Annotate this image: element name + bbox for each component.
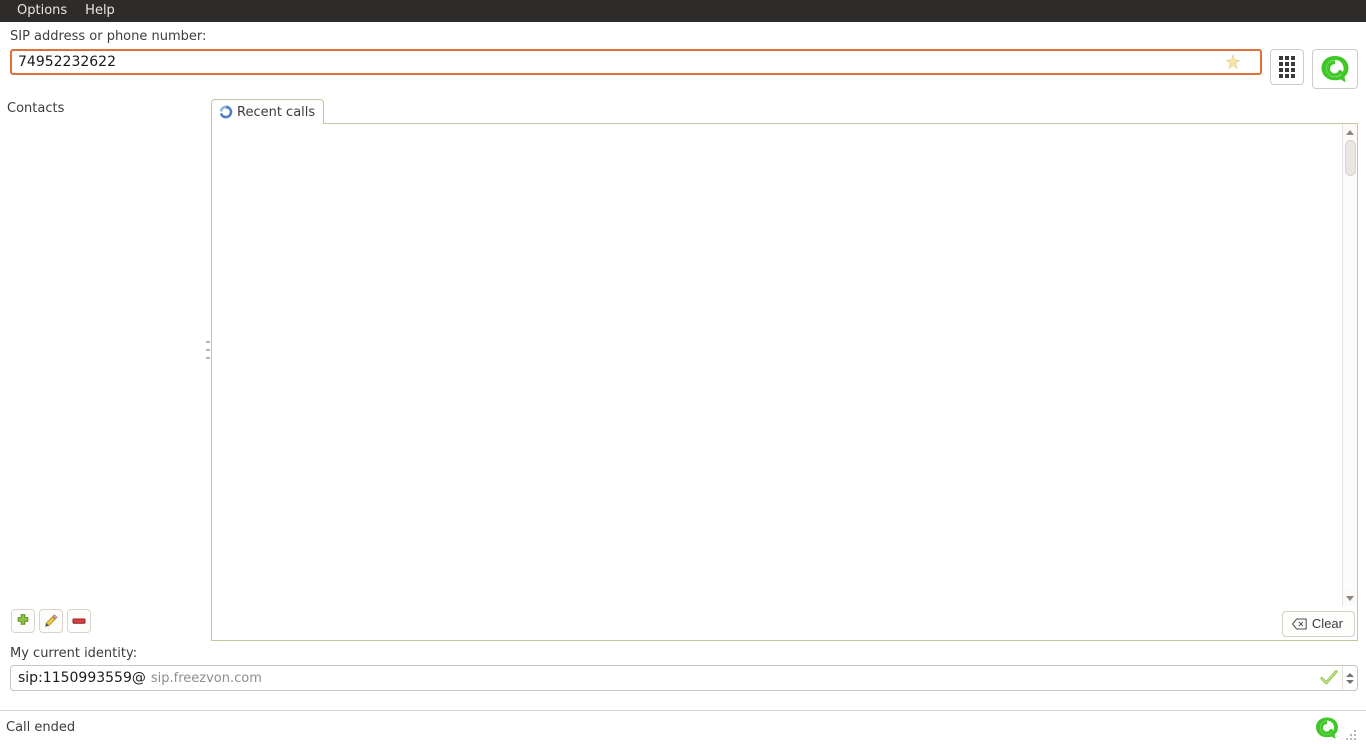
- plus-icon: [17, 614, 29, 625]
- pencil-icon: [45, 614, 58, 627]
- identity-domain: sip.freezvon.com: [150, 670, 262, 686]
- call-icon: [1321, 56, 1349, 83]
- sip-address-input[interactable]: [10, 49, 1262, 75]
- check-icon: [1320, 670, 1338, 685]
- address-row: [10, 49, 1358, 89]
- splitter-grip: [206, 341, 210, 359]
- tab-recent-calls[interactable]: Recent calls: [211, 99, 325, 124]
- dialpad-button[interactable]: [1270, 49, 1304, 85]
- contacts-toolbar: [6, 609, 205, 641]
- menu-help[interactable]: Help: [76, 1, 124, 21]
- clear-label: Clear: [1311, 616, 1343, 631]
- status-message: Call ended: [6, 720, 76, 735]
- spinner-up-icon[interactable]: [1346, 672, 1354, 677]
- chevron-up-icon: [1346, 129, 1354, 135]
- address-section: SIP address or phone number:: [0, 22, 1366, 89]
- dialpad-icon: [1279, 56, 1295, 78]
- scrollbar-track[interactable]: [1343, 140, 1357, 590]
- tabstrip-filler: [323, 123, 1358, 124]
- contacts-title: Contacts: [7, 101, 65, 116]
- menu-bar: Options Help: [0, 0, 1366, 22]
- main-body: Contacts Recent calls Clear: [0, 89, 1366, 641]
- scroll-down-button[interactable]: [1343, 590, 1357, 606]
- tab-label: Recent calls: [237, 104, 316, 120]
- minus-icon: [72, 618, 86, 624]
- resize-grip-icon[interactable]: [1344, 728, 1358, 742]
- recent-calls-inner: [212, 124, 1357, 606]
- edit-contact-button[interactable]: [39, 609, 63, 633]
- app-window: Options Help SIP address or phone number…: [0, 0, 1366, 744]
- recent-calls-footer: Clear: [212, 606, 1357, 640]
- address-input-wrap: [10, 49, 1262, 75]
- add-contact-button[interactable]: [11, 609, 35, 633]
- scrollbar-thumb[interactable]: [1345, 140, 1356, 176]
- recent-calls-list[interactable]: [212, 124, 1342, 606]
- scroll-up-button[interactable]: [1343, 124, 1357, 140]
- remove-contact-button[interactable]: [67, 609, 91, 633]
- chevron-down-icon: [1346, 595, 1354, 601]
- identity-field[interactable]: sip:1150993559@ sip.freezvon.com: [10, 665, 1358, 691]
- recent-calls-panel: Clear: [211, 124, 1358, 641]
- call-status-icon[interactable]: [1314, 715, 1340, 741]
- identity-label: My current identity:: [10, 646, 138, 661]
- tabstrip: Recent calls: [211, 99, 1358, 124]
- identity-section: My current identity: sip:1150993559@ sip…: [0, 641, 1366, 691]
- tabs-pane: Recent calls Clear: [211, 89, 1358, 641]
- contacts-pane: Contacts: [0, 89, 205, 641]
- spinner-down-icon[interactable]: [1346, 679, 1354, 684]
- status-bar: Call ended: [0, 710, 1366, 744]
- identity-spinner[interactable]: [1342, 666, 1357, 690]
- clear-button[interactable]: Clear: [1281, 610, 1355, 637]
- start-call-button[interactable]: [1312, 49, 1358, 89]
- backspace-icon: [1291, 618, 1307, 629]
- identity-valid-indicator: [1320, 670, 1338, 686]
- address-label: SIP address or phone number:: [10, 29, 207, 44]
- identity-user: sip:1150993559@: [18, 670, 146, 686]
- contacts-list[interactable]: [6, 116, 205, 609]
- history-icon: [219, 105, 233, 119]
- recent-calls-scrollbar[interactable]: [1342, 124, 1357, 606]
- menu-options[interactable]: Options: [8, 1, 76, 21]
